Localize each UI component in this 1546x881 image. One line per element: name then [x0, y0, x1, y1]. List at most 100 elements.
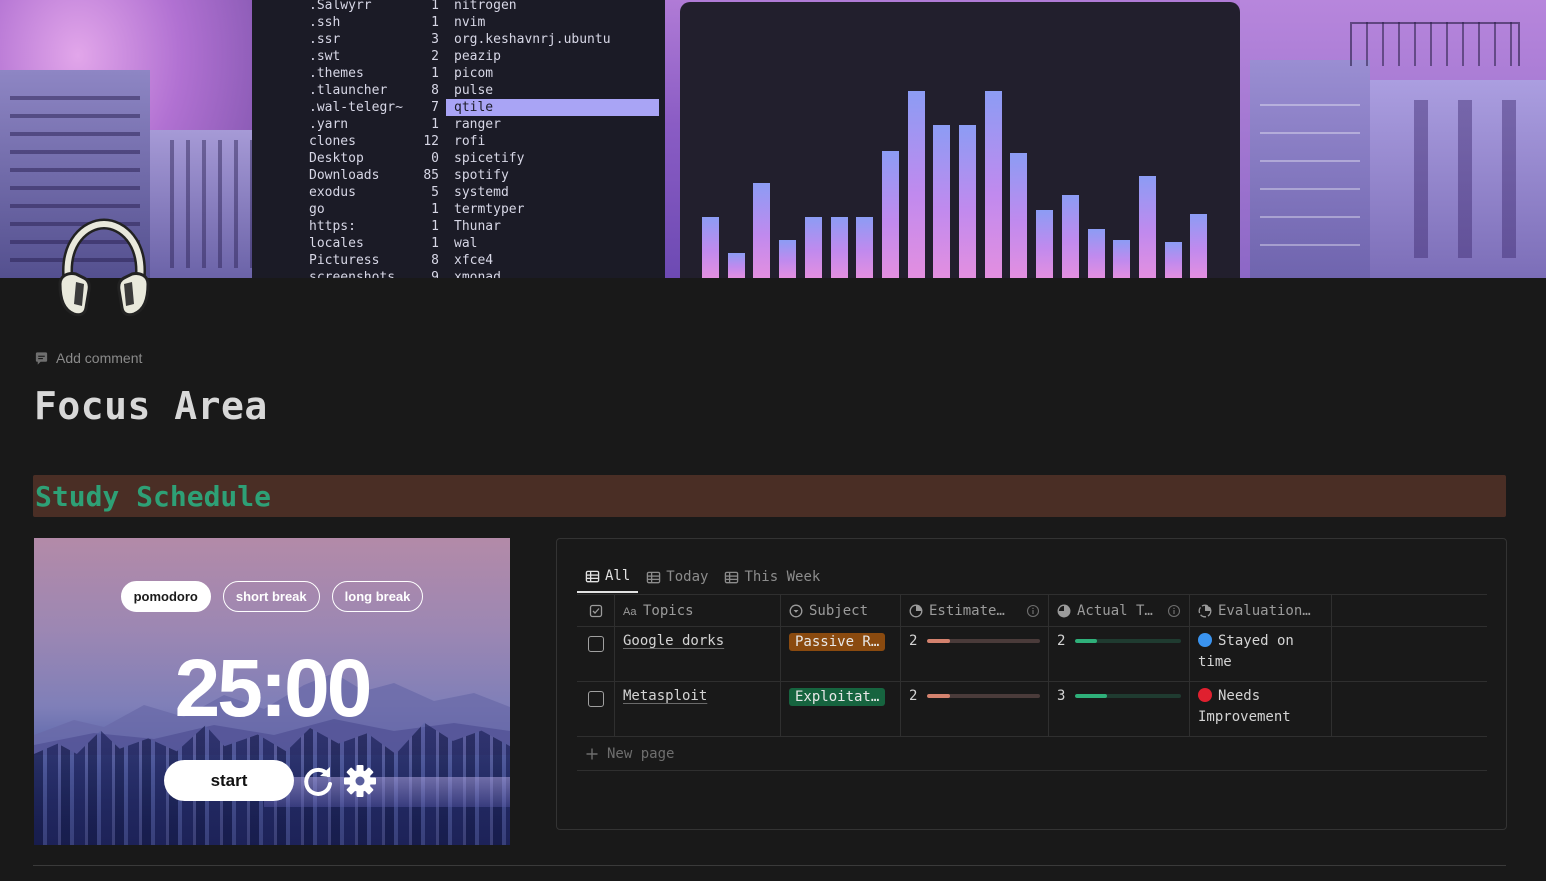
terminal-file-entry: xmonad — [454, 270, 501, 278]
terminal-dir-count: 5 — [431, 185, 439, 200]
visualizer-bar — [804, 217, 822, 278]
cover-audio-visualizer — [680, 2, 1240, 278]
terminal-file-entry: Thunar — [454, 219, 501, 234]
cover-terminal: .Salwyrr 1 .ssh 1 .ssr 3 .swt 2 .themes 1 .tlaunch… — [252, 0, 665, 278]
terminal-dir-entry: Downloads 85 — [309, 167, 439, 184]
reset-icon[interactable] — [300, 763, 336, 799]
start-button[interactable]: start — [164, 760, 294, 801]
column-header-actual-time[interactable]: Actual T… — [1049, 595, 1190, 626]
subject-cell[interactable]: Exploitat… — [781, 682, 901, 736]
gear-icon[interactable] — [342, 763, 378, 799]
row-checkbox-cell — [577, 682, 615, 736]
visualizer-bar — [702, 217, 719, 278]
tab-short-break[interactable]: short break — [222, 581, 320, 612]
row-checkbox[interactable] — [587, 691, 604, 707]
table-row[interactable]: Metasploit Exploitat… 2 3 Needs Improvement — [577, 682, 1487, 737]
add-comment-button[interactable]: Add comment — [34, 350, 142, 366]
subject-cell[interactable]: Passive R… — [781, 627, 901, 681]
terminal-dir-entry: .wal-telegr~ 7 — [309, 99, 439, 116]
pomodoro-widget: pomodoro short break long break 25:00 st… — [34, 538, 510, 845]
actual-progress-fill — [1075, 639, 1097, 643]
actual-time-cell[interactable]: 2 — [1049, 627, 1190, 681]
column-label: Estimate… — [929, 602, 1005, 619]
row-checkbox[interactable] — [587, 636, 604, 652]
terminal-dir-entry: Picturess 8 — [309, 252, 439, 269]
table-row[interactable]: Google dorks Passive R… 2 2 Stayed on time — [577, 627, 1487, 682]
visualizer-bar — [779, 240, 797, 278]
database-table: Aa Topics Subject Estimate… Actual T… Ev… — [577, 594, 1487, 771]
terminal-file-entry: xfce4 — [454, 253, 494, 268]
status-dot-icon — [1198, 633, 1212, 647]
tab-this-week[interactable]: This Week — [716, 561, 828, 593]
terminal-dir-name: Picturess — [309, 253, 380, 268]
estimate-progress-fill — [927, 694, 950, 698]
visualizer-bar — [1010, 153, 1028, 278]
divider — [33, 865, 1506, 866]
terminal-dir-name: exodus — [309, 185, 356, 200]
terminal-dir-name: .Salwyrr — [309, 0, 372, 13]
new-page-button[interactable]: New page — [577, 737, 1487, 771]
study-database: All Today This Week Aa Topics Subject Es… — [556, 538, 1507, 830]
column-label: Subject — [809, 602, 869, 619]
checkbox-icon — [589, 604, 602, 617]
terminal-file-entry: rofi — [454, 134, 486, 149]
info-icon[interactable] — [1167, 604, 1181, 618]
estimate-cell[interactable]: 2 — [901, 682, 1049, 736]
terminal-file-entry: wal — [454, 236, 478, 251]
terminal-dir-count: 8 — [431, 83, 439, 98]
terminal-dir-count: 1 — [431, 236, 439, 251]
terminal-dir-name: clones — [309, 134, 356, 149]
section-banner: Study Schedule — [33, 475, 1506, 517]
cover-building — [1370, 80, 1546, 278]
estimate-progress-bar — [927, 694, 1040, 698]
cover-building — [150, 130, 260, 278]
actual-time-cell[interactable]: 3 — [1049, 682, 1190, 736]
topic-link[interactable]: Metasploit — [623, 688, 707, 704]
column-header-subject[interactable]: Subject — [781, 595, 901, 626]
pomodoro-mode-tabs: pomodoro short break long break — [34, 581, 510, 612]
terminal-file-entry: nitrogen — [454, 0, 517, 13]
terminal-dir-count: 2 — [431, 49, 439, 64]
column-header-evaluation[interactable]: Evaluation… — [1190, 595, 1332, 626]
visualizer-bar — [830, 217, 848, 278]
terminal-dir-entry: go 1 — [309, 201, 439, 218]
column-header-checkbox[interactable] — [577, 595, 615, 626]
visualizer-bar — [856, 217, 874, 278]
tab-label: This Week — [744, 569, 821, 585]
terminal-dir-entry: .themes 1 — [309, 65, 439, 82]
info-icon[interactable] — [1026, 604, 1040, 618]
topic-link[interactable]: Google dorks — [623, 633, 724, 649]
column-header-estimate[interactable]: Estimate… — [901, 595, 1049, 626]
column-header-topics[interactable]: Aa Topics — [615, 595, 781, 626]
terminal-dir-count: 9 — [431, 270, 439, 278]
evaluation-cell[interactable]: Needs Improvement — [1190, 682, 1332, 736]
terminal-dir-entry: clones 12 — [309, 133, 439, 150]
subject-tag: Exploitat… — [789, 688, 886, 706]
tab-today[interactable]: Today — [638, 561, 716, 593]
tab-long-break[interactable]: long break — [331, 581, 424, 612]
tab-all[interactable]: All — [577, 561, 639, 593]
svg-text:Aa: Aa — [623, 606, 637, 618]
terminal-file-entry: peazip — [454, 49, 501, 64]
actual-time-value: 2 — [1057, 633, 1066, 649]
terminal-file-list: nitrogen nvim org.keshavnrj.ubuntu peazip pi… — [446, 0, 659, 278]
visualizer-bar — [933, 125, 951, 278]
headphones-icon[interactable] — [54, 218, 154, 318]
terminal-file-entry: termtyper — [454, 202, 525, 217]
progress-icon — [909, 604, 923, 617]
terminal-file-entry: picom — [454, 66, 494, 81]
tab-pomodoro[interactable]: pomodoro — [120, 581, 211, 612]
table-icon — [585, 570, 600, 582]
terminal-dir-entry: .tlauncher 8 — [309, 82, 439, 99]
terminal-dir-entry: .yarn 1 — [309, 116, 439, 133]
terminal-dir-name: .tlauncher — [309, 83, 388, 98]
evaluation-cell[interactable]: Stayed on time — [1190, 627, 1332, 681]
terminal-dir-name: .themes — [309, 66, 364, 81]
section-heading: Study Schedule — [35, 480, 272, 513]
terminal-dir-name: go — [309, 202, 325, 217]
visualizer-bar — [1087, 229, 1105, 278]
estimate-cell[interactable]: 2 — [901, 627, 1049, 681]
row-spacer — [1332, 682, 1487, 736]
terminal-dir-count: 7 — [431, 100, 439, 115]
terminal-dir-count: 1 — [431, 0, 439, 13]
